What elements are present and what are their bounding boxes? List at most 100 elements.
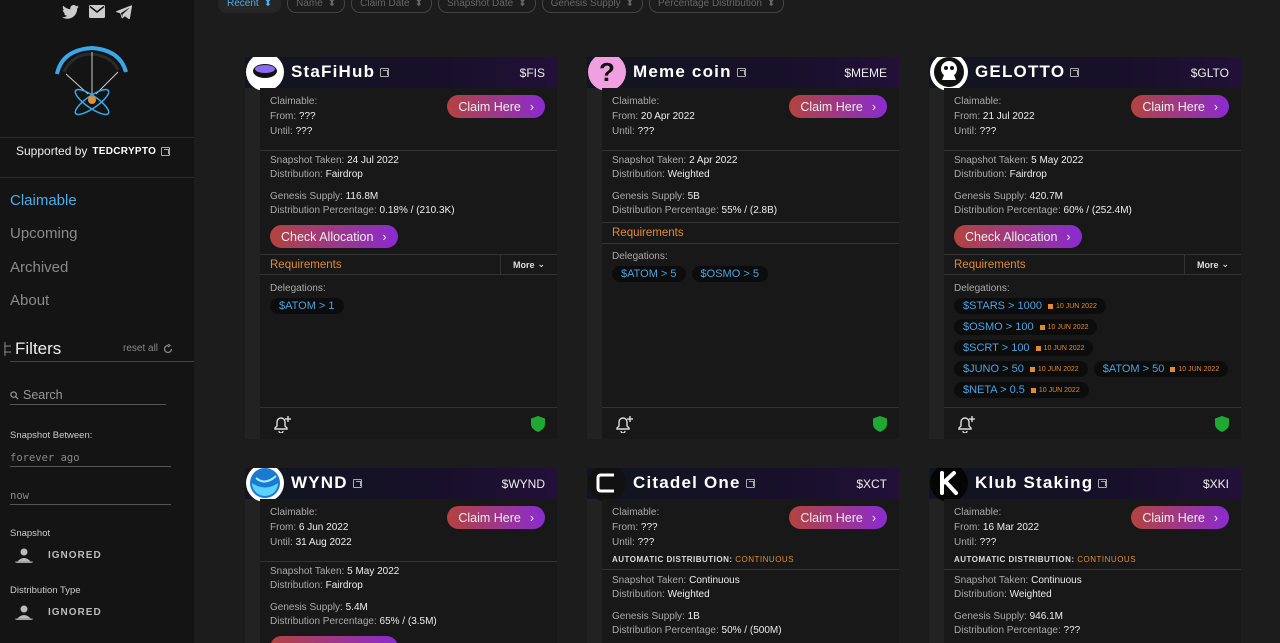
card-divider	[260, 561, 557, 562]
nav-upcoming[interactable]: Upcoming	[10, 225, 78, 242]
external-link-icon[interactable]	[352, 478, 362, 488]
claim-here-button[interactable]: Claim Here ›	[789, 95, 887, 118]
twitter-icon[interactable]	[61, 4, 79, 19]
distribution-label: Distribution:	[270, 169, 323, 180]
sort-arrows-icon: ⬍	[327, 0, 337, 9]
claim-here-button[interactable]: Claim Here ›	[1131, 506, 1229, 529]
card-ticker: $FIS	[519, 66, 545, 80]
claim-here-button[interactable]: Claim Here ›	[447, 506, 545, 529]
external-link-icon[interactable]	[1070, 67, 1080, 77]
email-icon[interactable]	[89, 4, 106, 19]
calendar-icon	[1039, 324, 1045, 330]
distribution-type-value: IGNORED	[48, 606, 102, 618]
delegation-date: 10 JUN 2022	[1039, 324, 1088, 331]
claim-here-label: Claim Here	[458, 99, 521, 114]
sort-recent[interactable]: Recent ⬍	[218, 0, 282, 13]
auto-distribution-value: CONTINUOUS	[735, 555, 795, 564]
card-title[interactable]: Klub Staking	[975, 473, 1108, 493]
card-body: Claimable: From: ??? Until: ??? Claim He…	[260, 88, 557, 439]
claim-here-button[interactable]: Claim Here ›	[447, 95, 545, 118]
snapshot-value: Continuous	[689, 575, 740, 586]
chevron-right-icon: ›	[1213, 99, 1218, 114]
delegation-chip: $NETA > 0.5 10 JUN 2022	[954, 382, 1089, 398]
snapshot-from-input[interactable]: forever ago	[10, 452, 171, 467]
sidebar-divider	[0, 177, 194, 178]
sort-name[interactable]: Name ⬍	[287, 0, 346, 13]
more-dropdown[interactable]: More ⌄	[1184, 255, 1241, 274]
reset-all-button[interactable]: reset all	[123, 343, 173, 354]
delegation-date-text: 10 JUN 2022	[1038, 386, 1080, 394]
delegation-text: $STARS > 1000	[963, 300, 1042, 312]
telegram-icon[interactable]	[116, 4, 133, 19]
supply-info: Genesis Supply: 116.8M Distribution Perc…	[270, 190, 455, 218]
card-title[interactable]: Citadel One	[633, 473, 755, 493]
bell-plus-icon[interactable]	[272, 415, 292, 433]
search-input[interactable]: Search	[10, 388, 166, 405]
refresh-icon	[163, 343, 173, 353]
chevron-right-icon: ›	[1066, 229, 1071, 244]
card-name: WYND	[291, 473, 348, 492]
card-divider	[602, 243, 899, 244]
card-title[interactable]: Meme coin	[633, 62, 746, 82]
sponsor-logo[interactable]: TEDCRYPTO	[92, 146, 156, 157]
genesis-value: 946.1M	[1029, 611, 1063, 622]
bell-plus-icon[interactable]	[614, 415, 634, 433]
claim-here-button[interactable]: Claim Here ›	[789, 506, 887, 529]
card-footer	[602, 407, 899, 439]
more-dropdown[interactable]: More ⌄	[500, 255, 557, 274]
nav-archived[interactable]: Archived	[10, 259, 68, 276]
distribution-label: Distribution:	[954, 169, 1007, 180]
sort-genesis-supply[interactable]: Genesis Supply ⬍	[541, 0, 644, 13]
until-value: ???	[979, 537, 997, 548]
supported-by: Supported by TEDCRYPTO	[16, 144, 171, 158]
external-link-icon[interactable]	[380, 67, 390, 77]
check-allocation-button[interactable]: Check Allocation ›	[270, 225, 398, 248]
external-link-icon[interactable]	[745, 478, 755, 488]
sort-percentage-distribution[interactable]: Percentage Distribution ⬍	[649, 0, 785, 13]
claimable-info: Claimable: From: 16 Mar 2022 Until: ???	[954, 505, 1039, 550]
delegation-chip: $JUNO > 50 10 JUN 2022	[954, 361, 1088, 377]
delegation-date: 10 JUN 2022	[1047, 303, 1097, 310]
external-link-icon[interactable]	[161, 146, 171, 156]
snapshot-toggle[interactable]: IGNORED	[14, 547, 102, 563]
external-link-icon[interactable]	[736, 67, 746, 77]
until-value: ???	[295, 126, 313, 137]
snapshot-label: Snapshot Taken:	[954, 155, 1029, 166]
card-title[interactable]: StaFiHub	[291, 62, 390, 82]
supported-by-label: Supported by	[16, 144, 88, 158]
from-value: 6 Jun 2022	[298, 522, 349, 533]
sort-snapshot-date[interactable]: Snapshot Date ⬍	[438, 0, 536, 13]
card-title[interactable]: WYND	[291, 473, 362, 493]
sort-label: Genesis Supply	[550, 0, 621, 9]
from-value: 16 Mar 2022	[982, 522, 1040, 533]
genesis-value: 420.7M	[1029, 191, 1063, 202]
filter-sliders-icon	[4, 342, 11, 356]
card-title[interactable]: GELOTTO	[975, 62, 1080, 82]
nav-claimable[interactable]: Claimable	[10, 192, 77, 209]
snapshot-value: 2 Apr 2022	[689, 155, 738, 166]
search-placeholder: Search	[23, 388, 63, 402]
nav-about[interactable]: About	[10, 292, 49, 309]
supply-info: Genesis Supply: 5B Distribution Percenta…	[612, 190, 777, 218]
sort-claim-date[interactable]: Claim Date ⬍	[351, 0, 433, 13]
distribution-value: Weighted	[667, 589, 710, 600]
bell-plus-icon[interactable]	[956, 415, 976, 433]
external-link-icon[interactable]	[1098, 478, 1108, 488]
check-allocation-label: Check Allocation	[965, 229, 1058, 244]
until-label: Until:	[612, 537, 635, 548]
claimable-info: Claimable: From: ??? Until: ???	[612, 505, 659, 550]
claimable-info: Claimable: From: 20 Apr 2022 Until: ???	[612, 94, 695, 139]
airdrop-card-stafihub: StaFiHub $FIS Claimable: From: ??? Until…	[245, 57, 557, 439]
card-header: Meme coin $MEME	[587, 57, 899, 88]
from-label: From:	[954, 522, 981, 533]
distribution-type-toggle[interactable]: IGNORED	[14, 604, 102, 620]
until-value: ???	[637, 126, 655, 137]
delegation-chips: $ATOM > 1	[270, 298, 350, 319]
claim-here-button[interactable]: Claim Here ›	[1131, 95, 1229, 118]
snapshot-to-input[interactable]: now	[10, 490, 171, 505]
card-header: GELOTTO $GLTO	[929, 57, 1241, 88]
delegation-date: 10 JUN 2022	[1029, 366, 1079, 373]
from-label: From:	[612, 522, 639, 533]
check-allocation-button[interactable]	[270, 636, 398, 643]
check-allocation-button[interactable]: Check Allocation ›	[954, 225, 1082, 248]
